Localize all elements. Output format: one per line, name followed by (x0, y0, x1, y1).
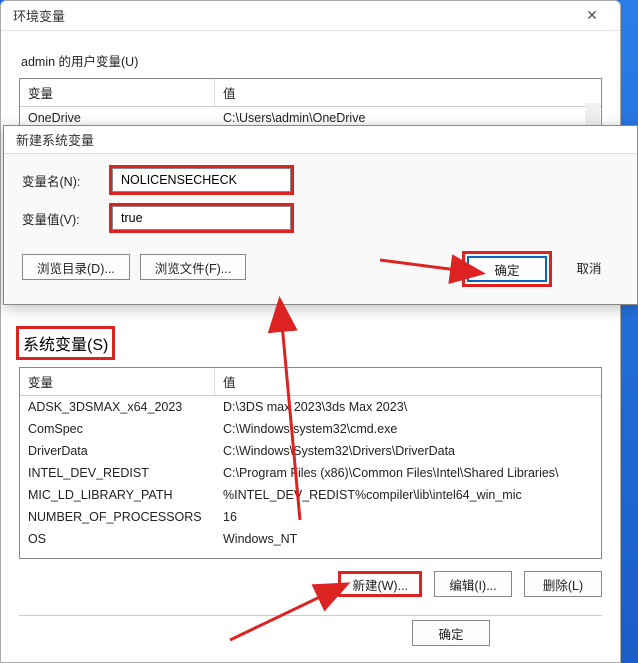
var-name-input[interactable] (112, 168, 291, 192)
window-title: 环境变量 (13, 6, 65, 25)
cell-val: %INTEL_DEV_REDIST%compiler\lib\intel64_w… (215, 486, 601, 504)
cell-val: D:\3DS max 2023\3ds Max 2023\ (215, 398, 601, 416)
cell-val: C:\Windows\System32\Drivers\DriverData (215, 442, 601, 460)
cell-var: ComSpec (20, 420, 215, 438)
new-sys-var-dialog: 新建系统变量 变量名(N): 变量值(V): 浏览目录(D)... 浏览文件(F… (3, 125, 638, 305)
table-row[interactable]: MIC_LD_LIBRARY_PATH%INTEL_DEV_REDIST%com… (20, 484, 601, 506)
list-header: 变量 值 (20, 79, 601, 107)
table-row[interactable]: INTEL_DEV_REDISTC:\Program Files (x86)\C… (20, 462, 601, 484)
separator (19, 615, 602, 616)
table-row[interactable]: ComSpecC:\Windows\system32\cmd.exe (20, 418, 601, 440)
table-row[interactable]: OSWindows_NT (20, 528, 601, 550)
system-vars-block: 系统变量(S) 变量 值 ADSK_3DSMAX_x64_2023D:\3DS … (19, 329, 602, 626)
cell-val: C:\Windows\system32\cmd.exe (215, 420, 601, 438)
cell-val: Windows_NT (215, 530, 601, 548)
sys-vars-list[interactable]: 变量 值 ADSK_3DSMAX_x64_2023D:\3DS max 2023… (19, 367, 602, 559)
close-icon[interactable]: ✕ (572, 2, 612, 30)
titlebar: 环境变量 ✕ (1, 1, 620, 31)
cell-var: NUMBER_OF_PROCESSORS (20, 508, 215, 526)
new-button[interactable]: 新建(W)... (338, 571, 422, 597)
dialog-cancel-button[interactable]: 取消 (559, 254, 619, 280)
user-vars-label: admin 的用户变量(U) (21, 51, 602, 70)
table-row[interactable]: ADSK_3DSMAX_x64_2023D:\3DS max 2023\3ds … (20, 396, 601, 418)
sys-button-row: 新建(W)... 编辑(I)... 删除(L) (19, 571, 602, 597)
cell-var: DriverData (20, 442, 215, 460)
list-header: 变量 值 (20, 368, 601, 396)
value-row: 变量值(V): (22, 206, 619, 230)
col-variable[interactable]: 变量 (20, 79, 215, 106)
user-vars-list[interactable]: 变量 值 OneDrive C:\Users\admin\OneDrive (19, 78, 602, 130)
var-value-input[interactable] (112, 206, 291, 230)
sys-vars-label: 系统变量(S) (19, 329, 112, 357)
cell-var: ADSK_3DSMAX_x64_2023 (20, 398, 215, 416)
dialog-button-row: 浏览目录(D)... 浏览文件(F)... 确定 取消 (4, 254, 637, 296)
cell-var: OS (20, 530, 215, 548)
delete-button[interactable]: 删除(L) (524, 571, 602, 597)
cell-var: MIC_LD_LIBRARY_PATH (20, 486, 215, 504)
name-label: 变量名(N): (22, 171, 112, 190)
sys-rows: ADSK_3DSMAX_x64_2023D:\3DS max 2023\3ds … (20, 396, 601, 558)
col-variable[interactable]: 变量 (20, 368, 215, 395)
env-vars-window: 环境变量 ✕ admin 的用户变量(U) 变量 值 OneDrive C:\U… (0, 0, 621, 663)
cell-val: C:\Program Files (x86)\Common Files\Inte… (215, 464, 601, 482)
edit-button[interactable]: 编辑(I)... (434, 571, 512, 597)
cell-var: INTEL_DEV_REDIST (20, 464, 215, 482)
cell-val: 16 (215, 508, 601, 526)
dialog-title: 新建系统变量 (4, 126, 637, 154)
desktop-edge (620, 0, 638, 663)
dialog-body: 变量名(N): 变量值(V): (4, 154, 637, 254)
browse-file-button[interactable]: 浏览文件(F)... (140, 254, 246, 280)
name-row: 变量名(N): (22, 168, 619, 192)
table-row[interactable]: NUMBER_OF_PROCESSORS16 (20, 506, 601, 528)
env-ok-button[interactable]: 确定 (412, 620, 490, 646)
col-value[interactable]: 值 (215, 79, 601, 106)
table-row[interactable]: DriverDataC:\Windows\System32\Drivers\Dr… (20, 440, 601, 462)
col-value[interactable]: 值 (215, 368, 601, 395)
dialog-ok-button[interactable]: 确定 (467, 256, 547, 282)
value-label: 变量值(V): (22, 209, 112, 228)
browse-dir-button[interactable]: 浏览目录(D)... (22, 254, 130, 280)
